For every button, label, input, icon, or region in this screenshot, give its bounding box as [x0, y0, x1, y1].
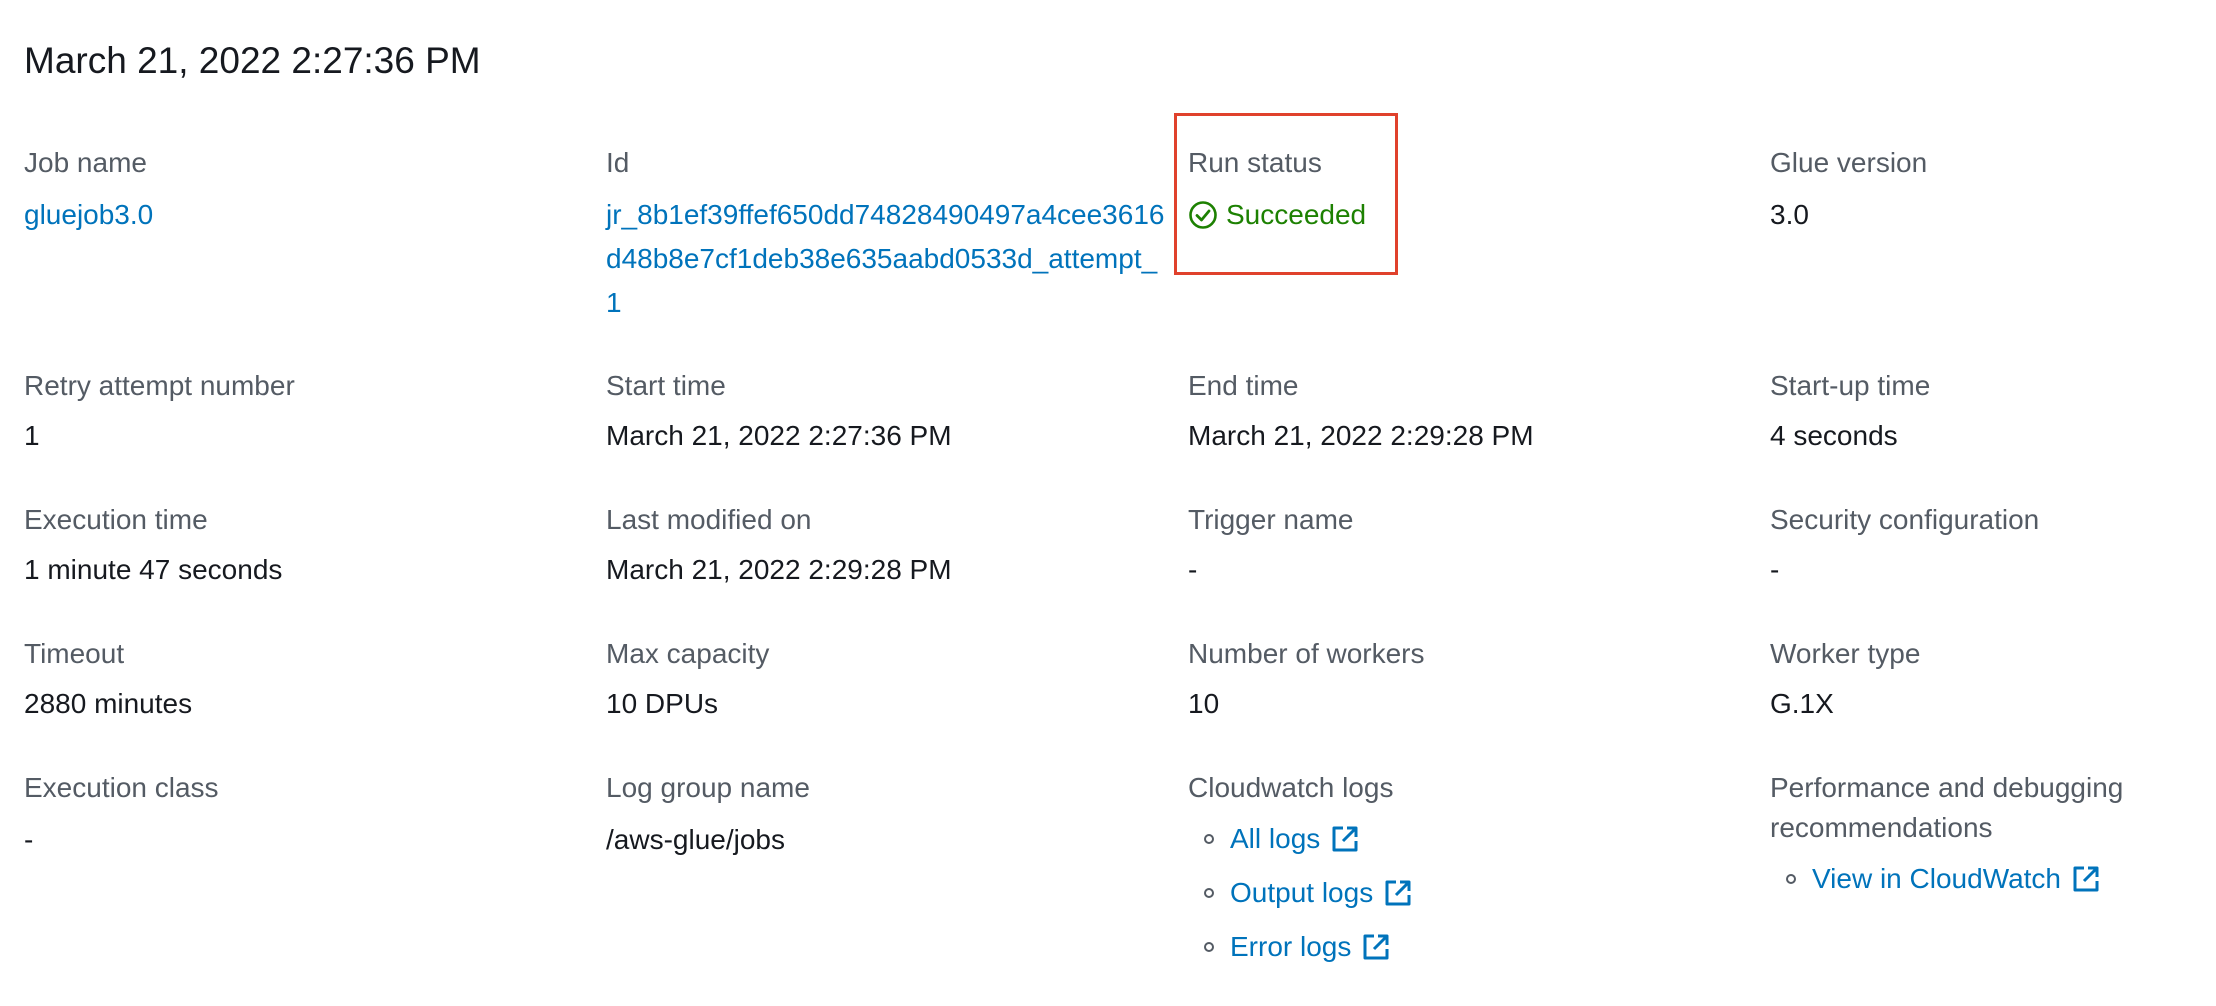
page-title: March 21, 2022 2:27:36 PM	[24, 40, 481, 81]
list-item: Output logs	[1188, 866, 1413, 920]
performance-links-list: View in CloudWatch	[1770, 852, 2101, 906]
start-time-label: Start time	[606, 370, 726, 401]
bullet-icon	[1204, 942, 1214, 952]
start-time-value: March 21, 2022 2:27:36 PM	[606, 420, 952, 451]
output-logs-link[interactable]: Output logs	[1230, 877, 1373, 909]
all-logs-link[interactable]: All logs	[1230, 823, 1320, 855]
log-group-label: Log group name	[606, 772, 810, 803]
view-in-cloudwatch-link[interactable]: View in CloudWatch	[1812, 863, 2061, 895]
timeout-value: 2880 minutes	[24, 688, 193, 719]
max-capacity-label: Max capacity	[606, 638, 770, 669]
last-modified-label: Last modified on	[606, 504, 812, 535]
error-logs-link[interactable]: Error logs	[1230, 931, 1351, 963]
glue-version-label: Glue version	[1770, 147, 1928, 178]
last-modified-value: March 21, 2022 2:29:28 PM	[606, 554, 952, 585]
performance-label: Performance and debugging	[1770, 772, 2124, 803]
end-time-label: End time	[1188, 370, 1299, 401]
worker-type-label: Worker type	[1770, 638, 1921, 669]
run-status-label: Run status	[1188, 147, 1322, 178]
job-name-label: Job name	[24, 147, 147, 178]
timeout-label: Timeout	[24, 638, 125, 669]
security-config-label: Security configuration	[1770, 504, 2040, 535]
startup-time-label: Start-up time	[1770, 370, 1931, 401]
external-link-icon[interactable]	[1330, 824, 1360, 854]
external-link-icon[interactable]	[1361, 932, 1391, 962]
cloudwatch-logs-label: Cloudwatch logs	[1188, 772, 1394, 803]
cloudwatch-logs-list: All logs Output logs Error logs	[1188, 812, 1413, 974]
job-name-link[interactable]: gluejob3.0	[24, 193, 153, 237]
max-capacity-value: 10 DPUs	[606, 688, 719, 719]
trigger-name-value: -	[1188, 554, 1198, 585]
list-item: All logs	[1188, 812, 1413, 866]
check-circle-icon	[1189, 201, 1217, 229]
worker-type-value: G.1X	[1770, 688, 1834, 719]
end-time-value: March 21, 2022 2:29:28 PM	[1188, 420, 1534, 451]
bullet-icon	[1204, 888, 1214, 898]
list-item: Error logs	[1188, 920, 1413, 974]
bullet-icon	[1786, 874, 1796, 884]
glue-version-value: 3.0	[1770, 199, 1809, 230]
bullet-icon	[1204, 834, 1214, 844]
execution-class-value: -	[24, 824, 34, 855]
security-config-value: -	[1770, 554, 1780, 585]
id-link[interactable]: jr_8b1ef39ffef650dd74828490497a4cee3616d…	[606, 193, 1166, 325]
external-link-icon[interactable]	[2071, 864, 2101, 894]
num-workers-value: 10	[1188, 688, 1220, 719]
retry-attempt-label: Retry attempt number	[24, 370, 295, 401]
execution-time-label: Execution time	[24, 504, 208, 535]
execution-class-label: Execution class	[24, 772, 219, 803]
external-link-icon[interactable]	[1383, 878, 1413, 908]
run-status-value: Succeeded	[1188, 193, 1366, 237]
id-label: Id	[606, 147, 630, 178]
run-status-text: Succeeded	[1226, 199, 1367, 230]
num-workers-label: Number of workers	[1188, 638, 1425, 669]
performance-label-line2: recommendations	[1770, 812, 1993, 843]
retry-attempt-value: 1	[24, 420, 40, 451]
log-group-value: /aws-glue/jobs	[606, 824, 785, 855]
trigger-name-label: Trigger name	[1188, 504, 1354, 535]
startup-time-value: 4 seconds	[1770, 420, 1898, 451]
execution-time-value: 1 minute 47 seconds	[24, 554, 283, 585]
list-item: View in CloudWatch	[1770, 852, 2101, 906]
